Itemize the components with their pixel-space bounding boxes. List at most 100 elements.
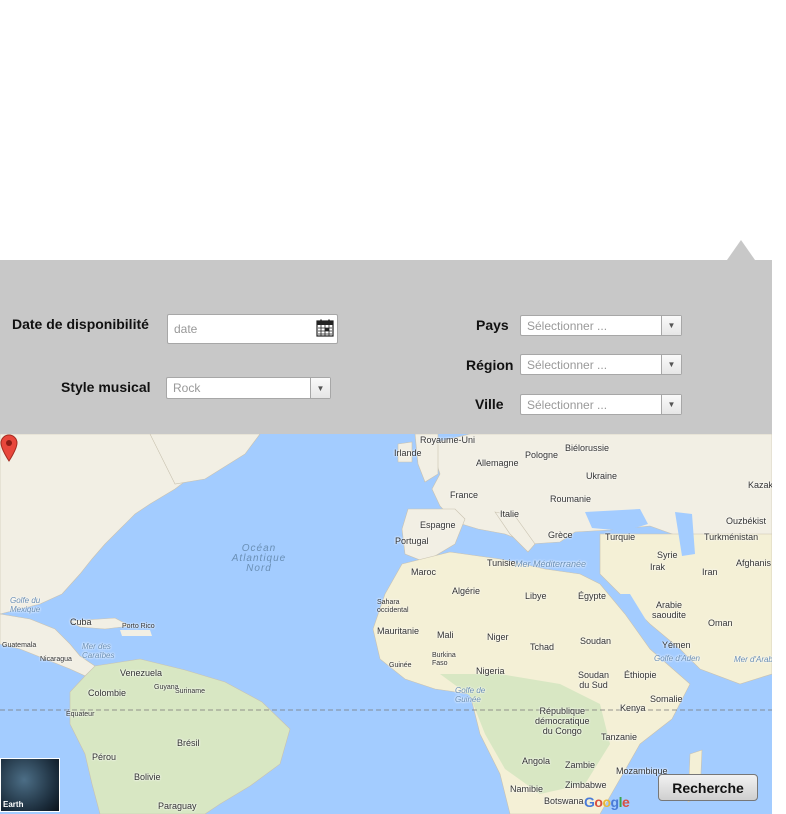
map-label-golfe-mexique: Golfe du Mexique xyxy=(10,596,41,614)
map-label-kazakhstan: Kazak xyxy=(748,480,772,490)
map-label-colombie: Colombie xyxy=(88,688,127,698)
map-label-irak: Irak xyxy=(650,562,666,572)
map-label-paraguay: Paraguay xyxy=(158,801,197,811)
ville-label: Ville xyxy=(475,396,504,412)
date-placeholder: date xyxy=(174,322,198,336)
chevron-down-icon[interactable]: ▼ xyxy=(661,355,681,374)
map-label-niger: Niger xyxy=(487,632,509,642)
map-label-zimbabwe: Zimbabwe xyxy=(565,780,607,790)
map-label-afghanistan: Afghanis xyxy=(736,558,772,568)
map-label-turkmenistan: Turkménistan xyxy=(704,532,759,542)
google-logo-letter: e xyxy=(621,794,630,810)
map-label-rdc: République démocratique du Congo xyxy=(535,706,590,736)
map-label-ouzbekistan: Ouzbékist xyxy=(726,516,767,526)
google-logo-letter: o xyxy=(602,794,611,810)
style-label: Style musical xyxy=(61,379,151,395)
map-label-pologne: Pologne xyxy=(525,450,559,460)
map-label-bolivie: Bolivie xyxy=(134,772,161,782)
style-value: Rock xyxy=(173,381,201,395)
map-label-tanzanie: Tanzanie xyxy=(601,732,638,742)
map-label-ukraine: Ukraine xyxy=(586,471,618,481)
region-label: Région xyxy=(466,357,514,373)
map-label-sahara-occidental: Sahara occidental xyxy=(377,599,409,614)
map-label-mer-arabie: Mer d'Arab xyxy=(734,655,772,664)
map-label-allemagne: Allemagne xyxy=(476,458,519,468)
map-label-cuba: Cuba xyxy=(70,617,92,627)
map-label-soudan-du-sud: Soudan du Sud xyxy=(578,670,610,690)
ocean-label-text: Océan Atlantique Nord xyxy=(231,543,287,574)
map-label-bielorussie: Biélorussie xyxy=(565,443,610,453)
panel-pointer xyxy=(727,240,755,260)
map-label-guinee: Guinée xyxy=(389,662,412,669)
map-label-golfe-guinee: Golfe de Guinée xyxy=(455,686,486,704)
map-label-guatemala: Guatemala xyxy=(2,642,37,649)
ocean-label: Océan Atlantique Nord xyxy=(228,544,290,574)
map-label-irlande: Irlande xyxy=(394,448,422,458)
map-label-soudan: Soudan xyxy=(580,636,612,646)
map-label-mer-mediterranee: Mer Méditerranée xyxy=(515,559,587,569)
map-label-grece: Grèce xyxy=(548,530,573,540)
map-label-kenya: Kenya xyxy=(620,703,646,713)
map-label-suriname: Suriname xyxy=(175,688,205,695)
style-select[interactable]: Rock ▼ xyxy=(166,377,331,399)
map-label-royaume-uni: Royaume-Uni xyxy=(420,435,476,445)
chevron-down-icon[interactable]: ▼ xyxy=(661,316,681,335)
map-label-roumanie: Roumanie xyxy=(550,494,592,504)
map-label-arabie-saoudite: Arabie saoudite xyxy=(652,600,687,620)
pays-label: Pays xyxy=(476,317,509,333)
map-label-equateur: Équateur xyxy=(66,711,95,718)
pays-value: Sélectionner ... xyxy=(527,318,608,333)
pays-select[interactable]: Sélectionner ... ▼ xyxy=(520,315,682,336)
map-label-yemen: Yémen xyxy=(662,640,691,650)
world-map[interactable]: Océan Atlantique Nord Royaume-Uni Irland… xyxy=(0,434,772,814)
map-label-tunisie: Tunisie xyxy=(487,558,516,568)
map-label-nicaragua: Nicaragua xyxy=(40,656,72,663)
map-label-turquie: Turquie xyxy=(605,532,636,542)
chevron-down-icon[interactable]: ▼ xyxy=(310,378,330,398)
map-label-burkina-faso: Burkina Faso xyxy=(432,652,456,667)
map-label-bresil: Brésil xyxy=(177,738,200,748)
map-marker-icon[interactable] xyxy=(0,434,18,462)
region-select[interactable]: Sélectionner ... ▼ xyxy=(520,354,682,375)
map-label-zambie: Zambie xyxy=(565,760,596,770)
earth-view-button[interactable]: Earth xyxy=(0,758,60,812)
map-label-egypte: Égypte xyxy=(578,591,607,601)
map-label-botswana: Botswana xyxy=(544,796,584,806)
google-logo-letter: g xyxy=(610,794,620,810)
google-logo: Google xyxy=(584,794,630,810)
map-label-perou: Pérou xyxy=(92,752,117,762)
map-label-libye: Libye xyxy=(525,591,547,601)
region-value: Sélectionner ... xyxy=(527,357,608,372)
map-label-syrie: Syrie xyxy=(657,550,678,560)
map-label-portugal: Portugal xyxy=(395,536,429,546)
map-label-mer-caraibes: Mer des Caraïbes xyxy=(82,642,115,660)
ville-select[interactable]: Sélectionner ... ▼ xyxy=(520,394,682,415)
map-label-iran: Iran xyxy=(702,567,718,577)
map-label-italie: Italie xyxy=(500,509,520,519)
map-label-oman: Oman xyxy=(708,618,733,628)
map-label-france: France xyxy=(450,490,479,500)
map-label-maroc: Maroc xyxy=(411,567,437,577)
map-label-angola: Angola xyxy=(522,756,551,766)
earth-label: Earth xyxy=(3,800,24,809)
map-label-porto-rico: Porto Rico xyxy=(122,623,155,630)
map-label-mauritanie: Mauritanie xyxy=(377,626,420,636)
chevron-down-icon[interactable]: ▼ xyxy=(661,395,681,414)
map-label-nigeria: Nigeria xyxy=(476,666,505,676)
map-label-espagne: Espagne xyxy=(420,520,456,530)
map-label-venezuela: Venezuela xyxy=(120,668,163,678)
search-filter-panel: Date de disponibilité date Style musical… xyxy=(0,260,772,434)
map-label-namibie: Namibie xyxy=(510,784,544,794)
map-label-mali: Mali xyxy=(437,630,454,640)
search-button[interactable]: Recherche xyxy=(658,774,758,801)
map-label-somalie: Somalie xyxy=(650,694,683,704)
date-input[interactable]: date xyxy=(167,314,338,344)
map-label-algerie: Algérie xyxy=(452,586,481,596)
date-label: Date de disponibilité xyxy=(12,316,149,332)
calendar-icon[interactable] xyxy=(316,319,334,337)
map-label-ethiopie: Éthiopie xyxy=(624,670,657,680)
map-label-tchad: Tchad xyxy=(530,642,555,652)
ville-value: Sélectionner ... xyxy=(527,397,608,412)
map-label-golfe-aden: Golfe d'Aden xyxy=(654,654,701,663)
google-logo-letter: G xyxy=(584,794,595,810)
